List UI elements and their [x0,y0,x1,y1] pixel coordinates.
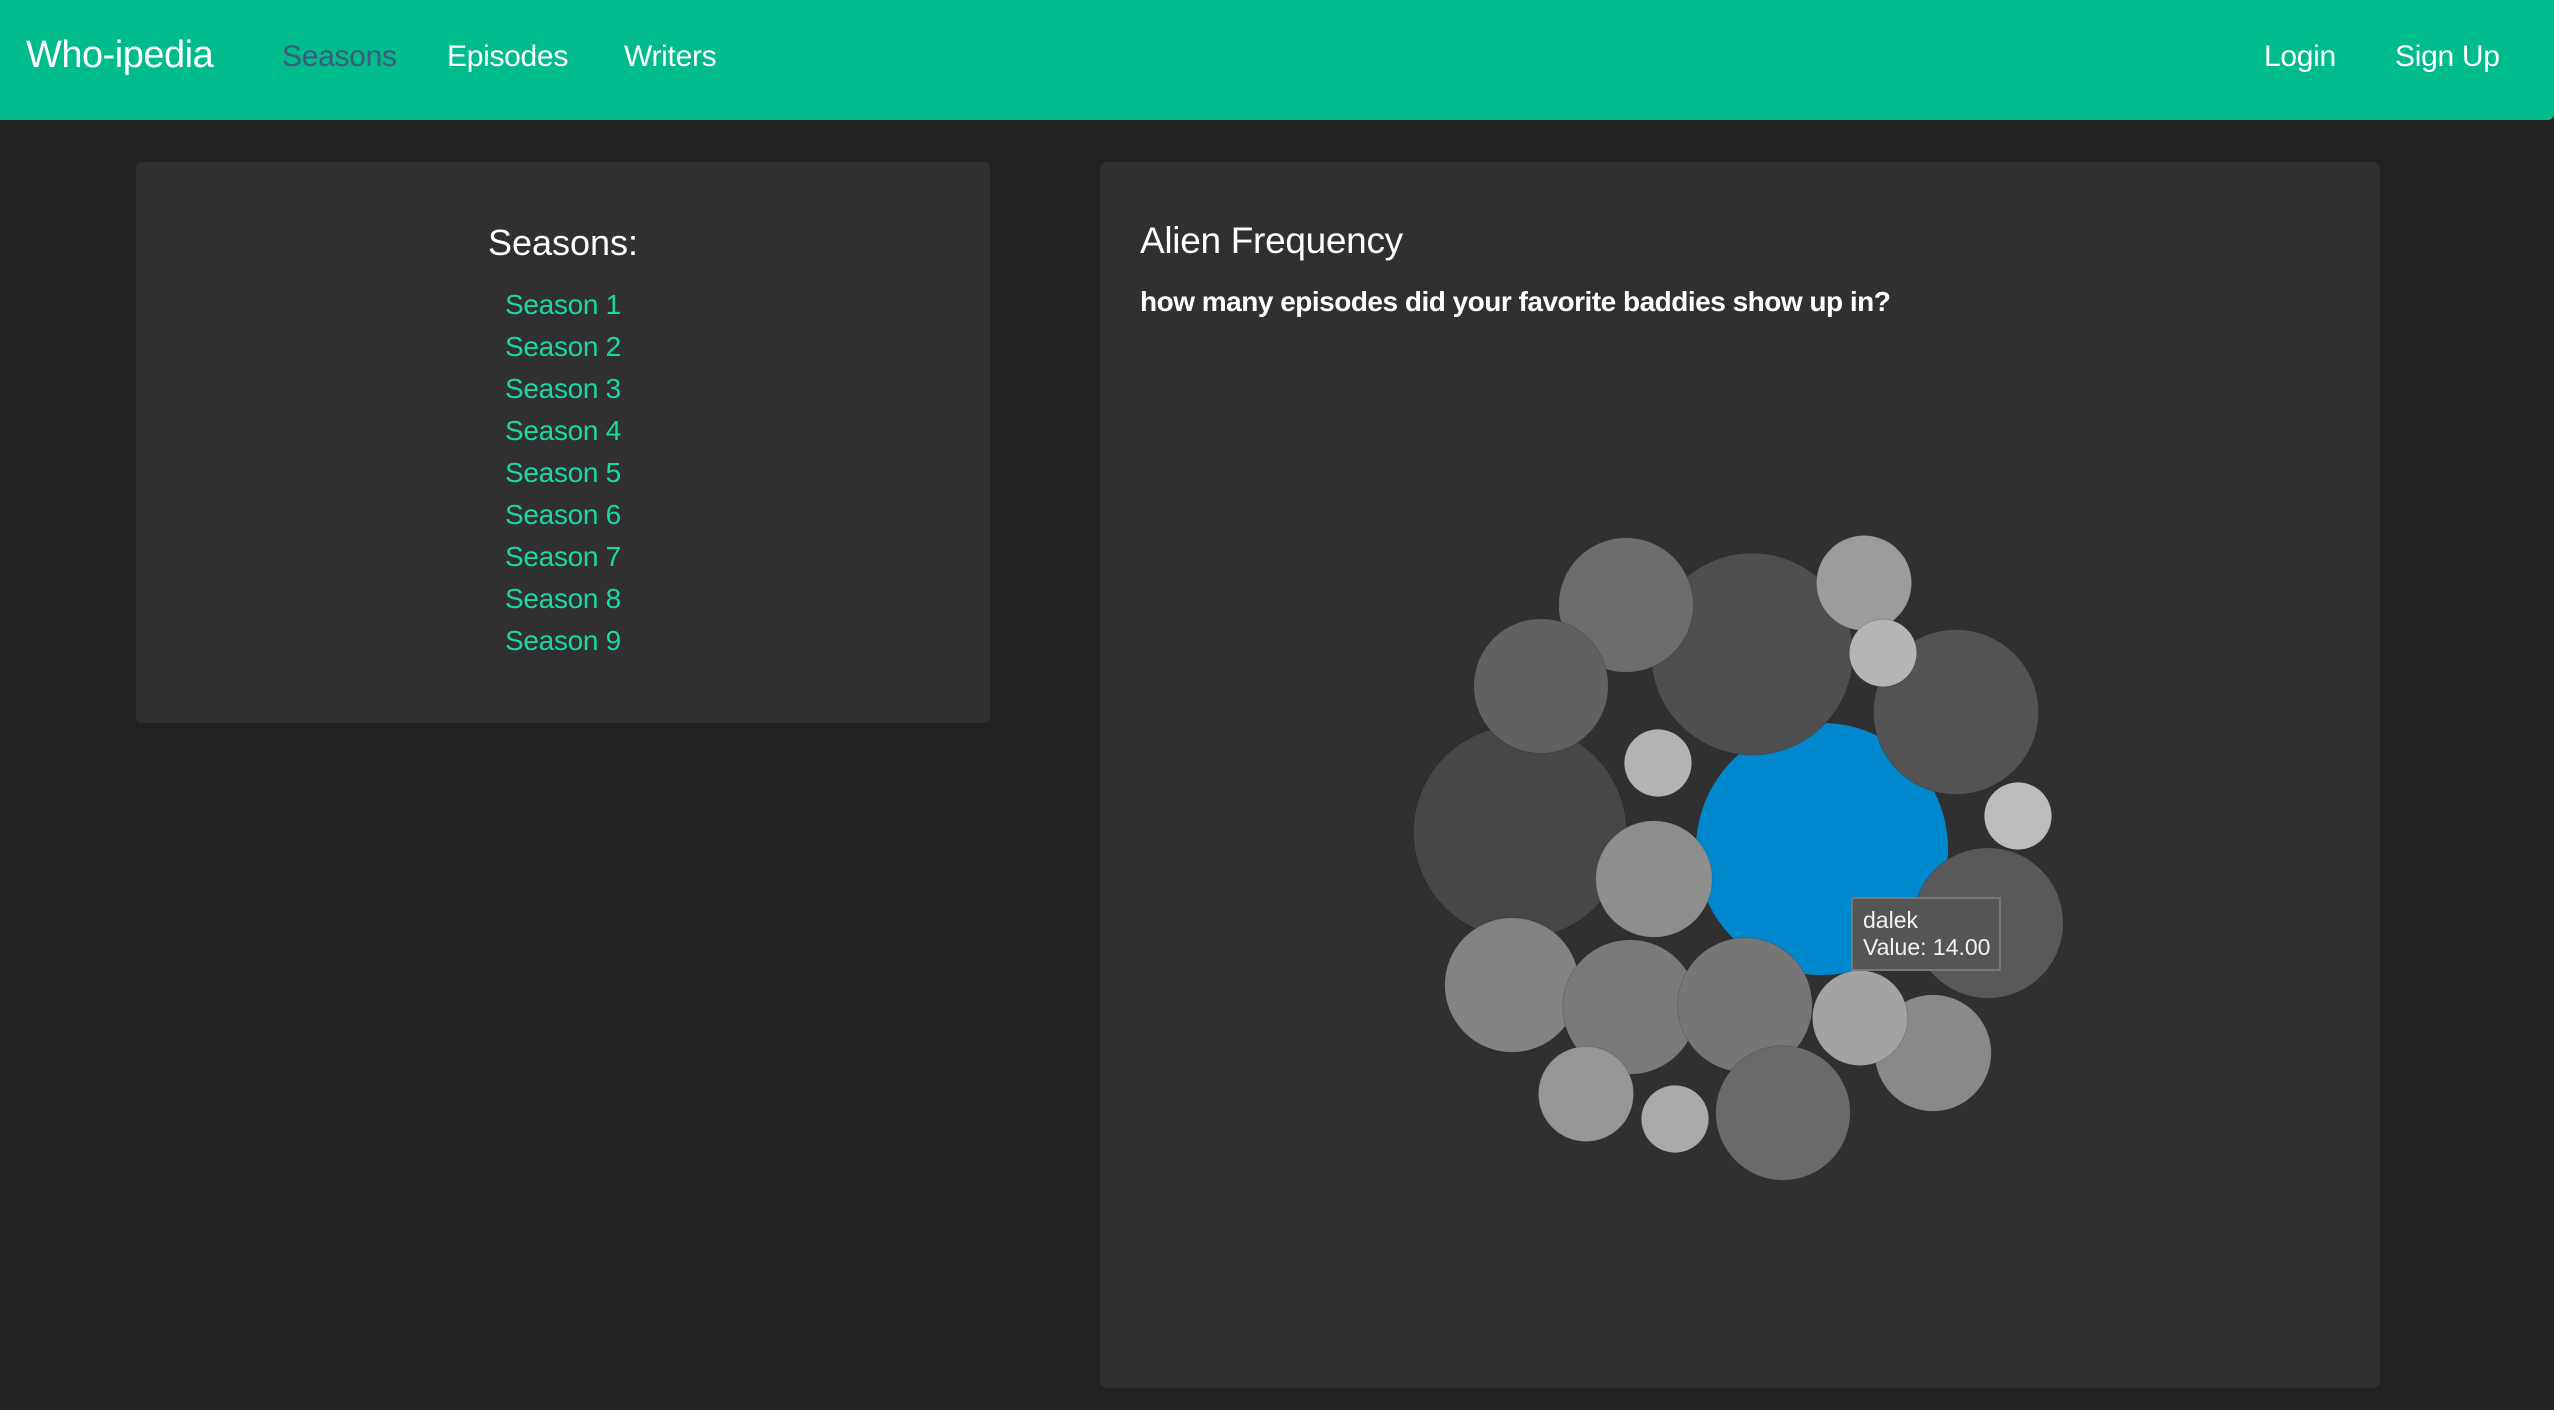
bubble[interactable] [1815,534,1913,632]
bubble-chart [1413,534,2064,1181]
tooltip-name: dalek [1863,907,1918,933]
bubble[interactable] [1640,1084,1710,1154]
bubble[interactable] [1983,781,2053,851]
bubble[interactable] [1595,820,1713,938]
bubble[interactable] [1848,618,1918,688]
chart-tooltip: dalek Value: 14.00 [1851,897,2001,971]
tooltip-value: Value: 14.00 [1863,934,1991,960]
bubble[interactable] [1537,1045,1635,1143]
bubble[interactable] [1473,618,1609,754]
bubble[interactable] [1623,728,1693,798]
bubble[interactable] [1444,917,1580,1053]
bubble[interactable] [1413,725,1627,939]
bubble[interactable] [1715,1045,1851,1181]
bubble[interactable] [1811,969,1909,1067]
